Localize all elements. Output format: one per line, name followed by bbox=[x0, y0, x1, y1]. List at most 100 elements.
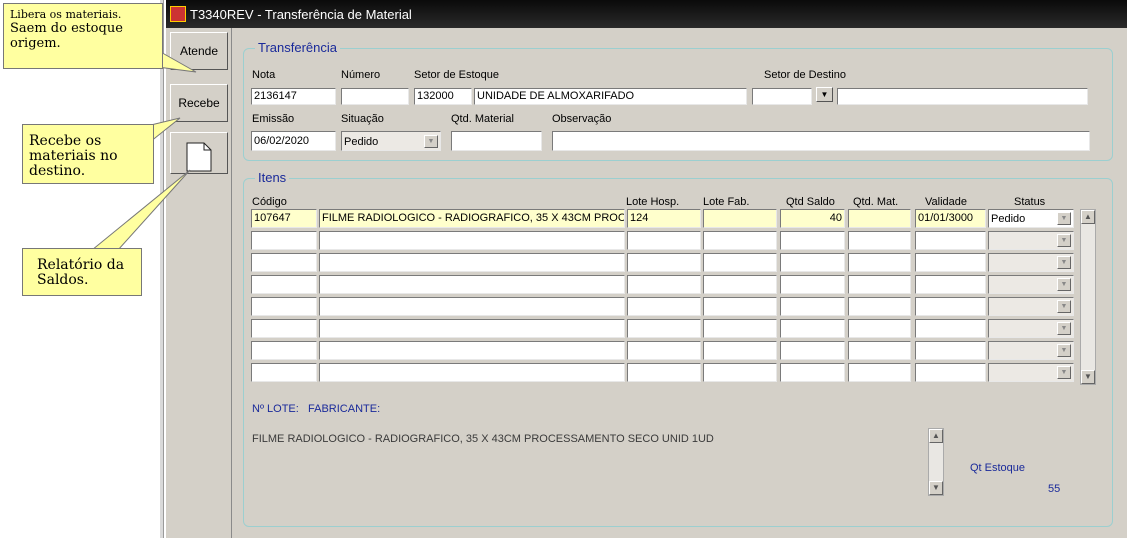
cell-lote-fab[interactable] bbox=[703, 209, 777, 228]
cell-validade[interactable] bbox=[915, 231, 986, 250]
scroll-down-icon[interactable]: ▼ bbox=[929, 481, 943, 495]
description-scrollbar[interactable]: ▲ ▼ bbox=[928, 428, 944, 496]
cell-lote-hosp[interactable] bbox=[627, 253, 701, 272]
numero-field[interactable] bbox=[341, 88, 409, 105]
cell-codigo[interactable] bbox=[251, 275, 317, 294]
cell-status-select[interactable]: ▼ bbox=[988, 275, 1074, 294]
item-description: FILME RADIOLOGICO - RADIOGRAFICO, 35 X 4… bbox=[252, 433, 714, 445]
cell-validade[interactable]: 01/01/3000 bbox=[915, 209, 986, 228]
cell-lote-hosp[interactable]: 124 bbox=[627, 209, 701, 228]
cell-lote-hosp[interactable] bbox=[627, 363, 701, 382]
cell-codigo[interactable] bbox=[251, 253, 317, 272]
cell-lote-hosp[interactable] bbox=[627, 231, 701, 250]
setor-destino-code-field[interactable] bbox=[752, 88, 812, 105]
dropdown-arrow-icon: ▼ bbox=[820, 90, 829, 99]
cell-descricao[interactable] bbox=[319, 231, 625, 250]
cell-qtd-saldo[interactable] bbox=[780, 253, 845, 272]
setor-estoque-name-field[interactable]: UNIDADE DE ALMOXARIFADO bbox=[474, 88, 747, 105]
cell-status-select[interactable]: ▼ bbox=[988, 231, 1074, 250]
scroll-up-icon[interactable]: ▲ bbox=[1081, 210, 1095, 224]
setor-destino-label: Setor de Destino bbox=[764, 69, 846, 81]
setor-destino-lov-button[interactable]: ▼ bbox=[816, 87, 833, 102]
cell-qtd-mat[interactable] bbox=[848, 209, 911, 228]
cell-validade[interactable] bbox=[915, 275, 986, 294]
cell-qtd-saldo[interactable]: 40 bbox=[780, 209, 845, 228]
cell-lote-fab[interactable] bbox=[703, 363, 777, 382]
cell-validade[interactable] bbox=[915, 341, 986, 360]
cell-validade[interactable] bbox=[915, 253, 986, 272]
header-lote-hosp: Lote Hosp. bbox=[626, 196, 680, 208]
cell-qtd-saldo[interactable] bbox=[780, 363, 845, 382]
cell-lote-fab[interactable] bbox=[703, 297, 777, 316]
cell-lote-hosp[interactable] bbox=[627, 275, 701, 294]
cell-lote-fab[interactable] bbox=[703, 341, 777, 360]
cell-lote-hosp[interactable] bbox=[627, 319, 701, 338]
scroll-down-icon[interactable]: ▼ bbox=[1081, 370, 1095, 384]
status-value: Pedido bbox=[991, 213, 1026, 225]
cell-qtd-mat[interactable] bbox=[848, 297, 911, 316]
qt-estoque-label: Qt Estoque bbox=[970, 462, 1026, 474]
items-scrollbar[interactable]: ▲ ▼ bbox=[1080, 209, 1096, 385]
dropdown-arrow-icon: ▼ bbox=[1057, 234, 1071, 247]
cell-status-select[interactable]: ▼ bbox=[988, 253, 1074, 272]
cell-codigo[interactable] bbox=[251, 297, 317, 316]
cell-lote-hosp[interactable] bbox=[627, 341, 701, 360]
cell-status-select[interactable]: Pedido ▼ bbox=[988, 209, 1074, 228]
setor-destino-name-field[interactable] bbox=[837, 88, 1088, 105]
situacao-label: Situação bbox=[341, 113, 384, 125]
cell-status-select[interactable]: ▼ bbox=[988, 319, 1074, 338]
cell-qtd-saldo[interactable] bbox=[780, 341, 845, 360]
cell-status-select[interactable]: ▼ bbox=[988, 363, 1074, 382]
cell-validade[interactable] bbox=[915, 319, 986, 338]
dropdown-arrow-icon: ▼ bbox=[1057, 322, 1071, 335]
observacao-field[interactable] bbox=[552, 131, 1090, 151]
cell-descricao[interactable] bbox=[319, 363, 625, 382]
cell-qtd-saldo[interactable] bbox=[780, 275, 845, 294]
dropdown-arrow-icon: ▼ bbox=[1057, 256, 1071, 269]
note-recebe: Recebe os materiais no destino. bbox=[22, 124, 154, 184]
cell-validade[interactable] bbox=[915, 363, 986, 382]
scroll-up-icon[interactable]: ▲ bbox=[929, 429, 943, 443]
cell-codigo[interactable] bbox=[251, 231, 317, 250]
cell-qtd-mat[interactable] bbox=[848, 253, 911, 272]
emissao-field[interactable]: 06/02/2020 bbox=[251, 131, 336, 151]
cell-codigo[interactable]: 107647 bbox=[251, 209, 317, 228]
cell-qtd-mat[interactable] bbox=[848, 341, 911, 360]
cell-qtd-mat[interactable] bbox=[848, 363, 911, 382]
cell-descricao[interactable] bbox=[319, 341, 625, 360]
cell-qtd-saldo[interactable] bbox=[780, 297, 845, 316]
header-validade: Validade bbox=[925, 196, 967, 208]
cell-qtd-mat[interactable] bbox=[848, 275, 911, 294]
cell-lote-hosp[interactable] bbox=[627, 297, 701, 316]
qtd-material-field[interactable] bbox=[451, 131, 542, 151]
header-qtd-mat: Qtd. Mat. bbox=[853, 196, 899, 208]
cell-qtd-saldo[interactable] bbox=[780, 319, 845, 338]
lote-label: Nº LOTE: bbox=[252, 403, 299, 415]
cell-descricao[interactable] bbox=[319, 319, 625, 338]
situacao-select[interactable]: Pedido ▼ bbox=[341, 131, 441, 151]
cell-descricao[interactable] bbox=[319, 297, 625, 316]
cell-descricao[interactable] bbox=[319, 275, 625, 294]
cell-status-select[interactable]: ▼ bbox=[988, 297, 1074, 316]
cell-validade[interactable] bbox=[915, 297, 986, 316]
cell-descricao[interactable]: FILME RADIOLOGICO - RADIOGRAFICO, 35 X 4… bbox=[319, 209, 625, 228]
cell-qtd-mat[interactable] bbox=[848, 231, 911, 250]
cell-qtd-mat[interactable] bbox=[848, 319, 911, 338]
cell-qtd-saldo[interactable] bbox=[780, 231, 845, 250]
nota-label: Nota bbox=[252, 69, 276, 81]
cell-lote-fab[interactable] bbox=[703, 231, 777, 250]
cell-lote-fab[interactable] bbox=[703, 319, 777, 338]
cell-lote-fab[interactable] bbox=[703, 253, 777, 272]
cell-codigo[interactable] bbox=[251, 363, 317, 382]
cell-lote-fab[interactable] bbox=[703, 275, 777, 294]
setor-estoque-label: Setor de Estoque bbox=[414, 69, 500, 81]
setor-estoque-code-field[interactable]: 132000 bbox=[414, 88, 472, 105]
situacao-value: Pedido bbox=[344, 136, 379, 148]
cell-descricao[interactable] bbox=[319, 253, 625, 272]
cell-codigo[interactable] bbox=[251, 319, 317, 338]
header-lote-fab: Lote Fab. bbox=[703, 196, 750, 208]
transferencia-title: Transferência bbox=[255, 40, 340, 55]
cell-codigo[interactable] bbox=[251, 341, 317, 360]
cell-status-select[interactable]: ▼ bbox=[988, 341, 1074, 360]
nota-field[interactable]: 2136147 bbox=[251, 88, 336, 105]
